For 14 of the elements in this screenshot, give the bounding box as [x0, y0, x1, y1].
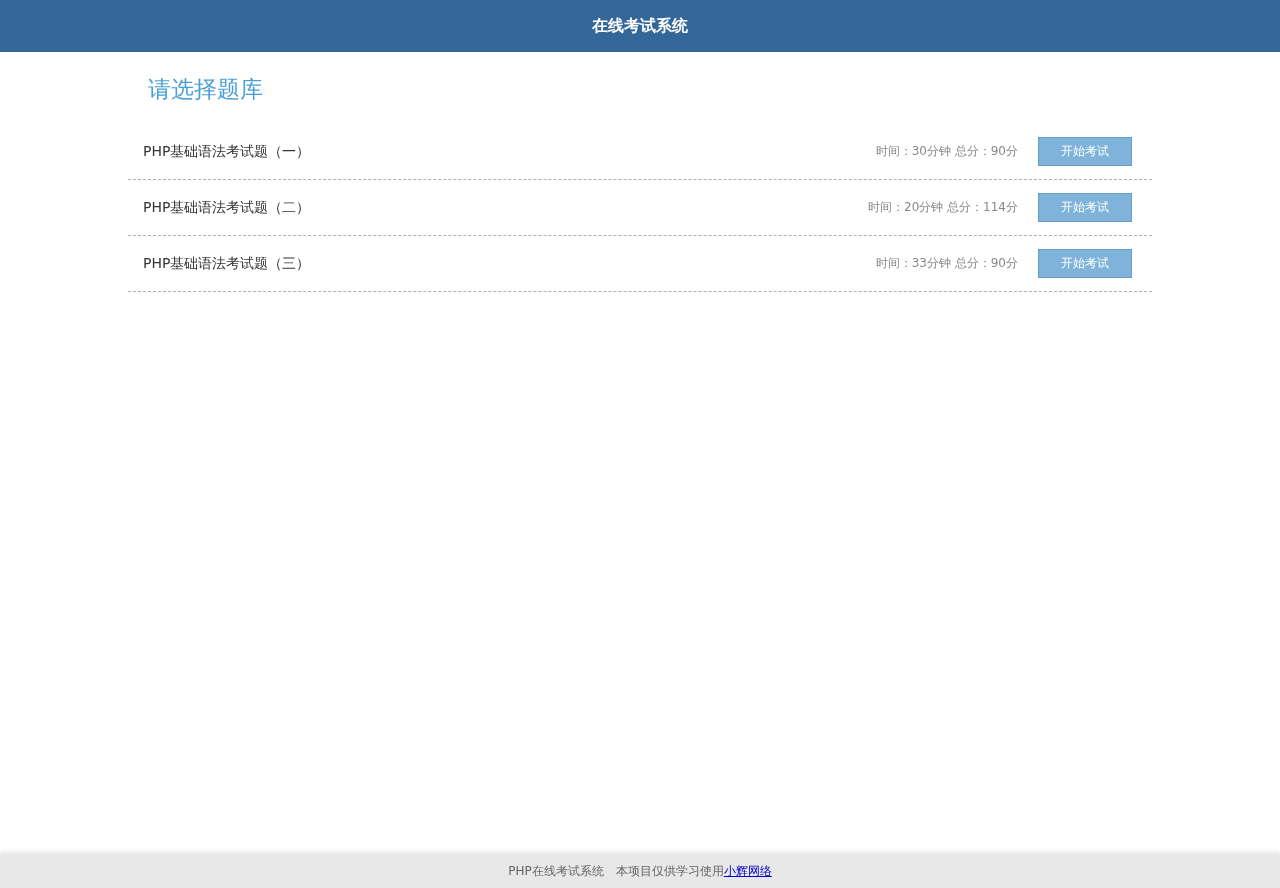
start-exam-button[interactable]: 开始考试: [1038, 193, 1132, 222]
app-title: 在线考试系统: [592, 15, 688, 37]
footer-note: 本项目仅供学习使用: [615, 862, 724, 880]
exam-info: 时间：33分钟 总分：90分: [875, 255, 1018, 272]
exam-name: PHP基础语法考试题（二）: [143, 198, 312, 217]
footer-link[interactable]: 小辉网络: [723, 862, 772, 880]
start-exam-button[interactable]: 开始考试: [1038, 137, 1132, 166]
exam-info: 时间：20分钟 总分：114分: [868, 199, 1018, 216]
page-heading: 请选择题库: [148, 75, 264, 104]
start-exam-button[interactable]: 开始考试: [1038, 249, 1132, 278]
footer-site-name: PHP在线考试系统: [508, 862, 604, 880]
exam-info: 时间：30分钟 总分：90分: [875, 143, 1018, 160]
exam-name: PHP基础语法考试题（三）: [143, 254, 312, 273]
exam-name: PHP基础语法考试题（一）: [143, 142, 312, 161]
